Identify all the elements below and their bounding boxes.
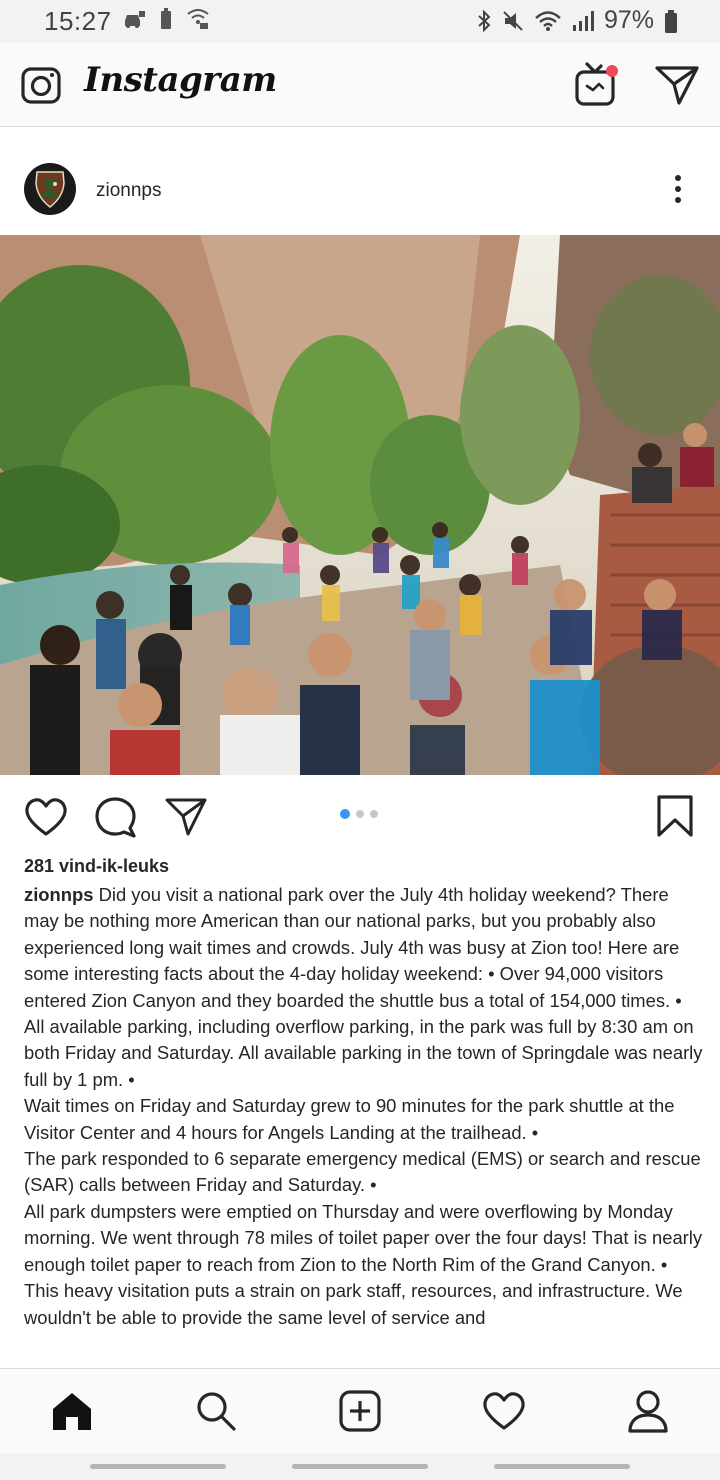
back-gesture-handle[interactable]: [90, 1464, 226, 1469]
caption-paragraph: Wait times on Friday and Saturday grew t…: [24, 1095, 675, 1143]
activity-heart-icon: [483, 1392, 525, 1430]
home-gesture-handle[interactable]: [292, 1464, 428, 1469]
instagram-logo: Instagram: [84, 60, 277, 100]
nav-activity[interactable]: [482, 1389, 526, 1433]
camera-button[interactable]: [18, 62, 64, 108]
post-username[interactable]: zionnps: [96, 180, 162, 202]
system-navigation-bar: [0, 1454, 720, 1480]
nps-arrowhead-icon: [35, 171, 65, 208]
nav-profile[interactable]: [626, 1389, 670, 1433]
caption-paragraph: This heavy visitation puts a strain on p…: [24, 1280, 683, 1328]
notification-dot: [606, 65, 618, 77]
wifi-icon: [535, 10, 561, 31]
nav-home[interactable]: [50, 1389, 94, 1433]
photo-crowd-zion-narrows: [0, 235, 720, 775]
new-post-icon: [339, 1390, 381, 1432]
wifi-call-icon: [187, 9, 209, 29]
caption-paragraph: zionnps Did you visit a national park ov…: [24, 882, 704, 1014]
share-icon: [165, 798, 207, 836]
nav-new-post[interactable]: [338, 1389, 382, 1433]
post-caption: zionnps Did you visit a national park ov…: [24, 882, 704, 1366]
car-notification-icon: [125, 11, 145, 28]
caption-paragraph: All park dumpsters were emptied on Thurs…: [24, 1200, 703, 1275]
caption-paragraph: All available parking, including overflo…: [24, 1016, 703, 1090]
mute-icon: [503, 10, 523, 31]
profile-icon: [628, 1390, 668, 1433]
igtv-icon: [575, 62, 618, 106]
battery-saver-icon: [161, 8, 171, 29]
more-options-button[interactable]: [656, 167, 700, 211]
direct-message-button[interactable]: [652, 60, 702, 110]
carousel-dot: [356, 810, 364, 818]
like-count[interactable]: 281 vind-ik-leuks: [24, 856, 169, 877]
comment-icon: [95, 797, 136, 838]
recents-gesture-handle[interactable]: [494, 1464, 630, 1469]
avatar[interactable]: [24, 163, 76, 215]
igtv-button[interactable]: [570, 58, 622, 110]
post-header: zionnps: [0, 127, 720, 235]
post-image[interactable]: [0, 235, 720, 775]
battery-percent: 97%: [603, 6, 654, 34]
carousel-dot: [340, 809, 350, 819]
more-vertical-icon: [675, 175, 681, 203]
heart-icon: [25, 798, 67, 836]
search-icon: [197, 1392, 236, 1431]
home-icon: [53, 1393, 91, 1430]
direct-message-icon: [655, 66, 699, 105]
like-button[interactable]: [22, 793, 70, 841]
caption-username[interactable]: zionnps: [24, 884, 93, 905]
bluetooth-icon: [478, 9, 491, 32]
post-actions: [0, 775, 720, 855]
status-bar: 15:27 97%: [0, 0, 720, 42]
carousel-dot: [370, 810, 378, 818]
comment-button[interactable]: [92, 793, 140, 841]
battery-icon: [665, 9, 677, 33]
carousel-indicator: [340, 809, 378, 819]
save-button[interactable]: [652, 791, 698, 841]
camera-icon: [21, 67, 61, 104]
caption-text: Did you visit a national park over the J…: [24, 884, 682, 1011]
status-time: 15:27: [44, 6, 112, 36]
nav-search[interactable]: [194, 1389, 238, 1433]
caption-paragraph: The park responded to 6 separate emergen…: [24, 1148, 701, 1196]
bottom-navigation: [0, 1368, 720, 1455]
bookmark-icon: [657, 795, 693, 837]
app-header: Instagram: [0, 42, 720, 127]
share-button[interactable]: [162, 793, 210, 841]
signal-icon: [572, 10, 594, 31]
